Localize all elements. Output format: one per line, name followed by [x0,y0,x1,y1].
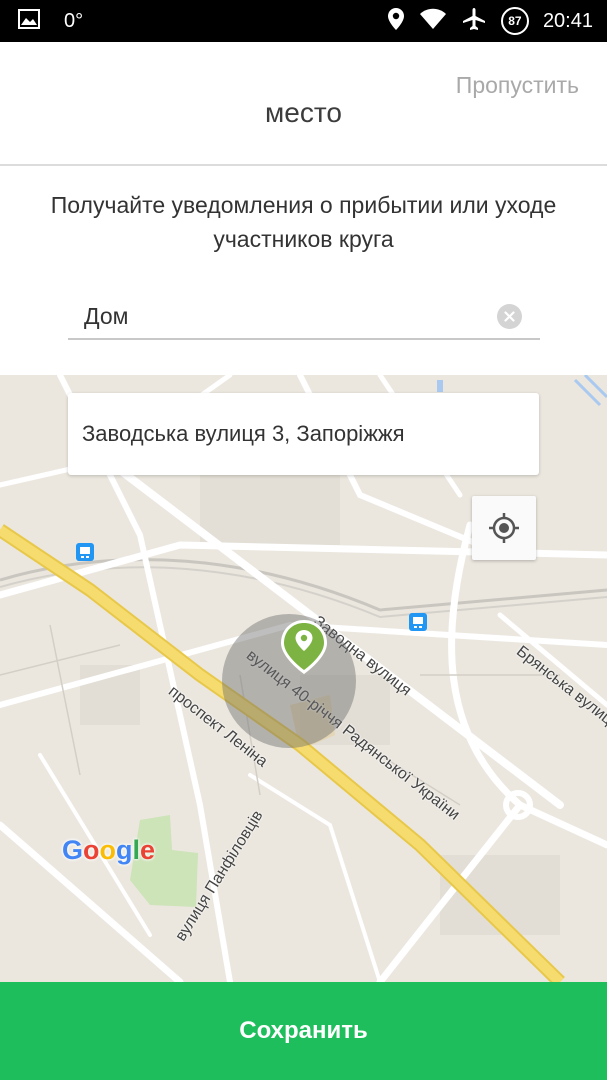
battery-icon: 87 [500,7,529,35]
status-bar: 0° 87 20:41 [0,0,607,42]
crosshair-icon [489,513,519,543]
address-search-card[interactable]: Заводська вулиця 3, Запоріжжя [68,393,539,475]
address-text: Заводська вулиця 3, Запоріжжя [82,421,405,446]
save-button[interactable]: Сохранить [0,982,607,1080]
place-name-field [68,294,540,340]
page-title: место [265,97,342,128]
map-view[interactable]: проспект Леніна вулиця 40-річчя Радянськ… [0,375,607,982]
location-icon [387,7,405,36]
temperature-text: 0° [64,9,84,32]
close-icon [504,311,515,322]
skip-button[interactable]: Пропустить [456,72,579,99]
airplane-icon [461,7,487,36]
gallery-icon [18,8,40,34]
subtitle: Получайте уведомления о прибытии или ухо… [50,192,557,252]
google-logo: Google [62,835,156,865]
place-name-input[interactable] [84,298,484,334]
clock: 20:41 [542,9,593,32]
location-pin-icon[interactable] [278,618,330,676]
tram-stop-icon [76,543,94,561]
wifi-icon [419,8,447,35]
header: Пропустить место [0,42,607,166]
tram-stop-icon [409,613,427,631]
clear-input-button[interactable] [497,304,522,329]
my-location-button[interactable] [472,496,536,560]
